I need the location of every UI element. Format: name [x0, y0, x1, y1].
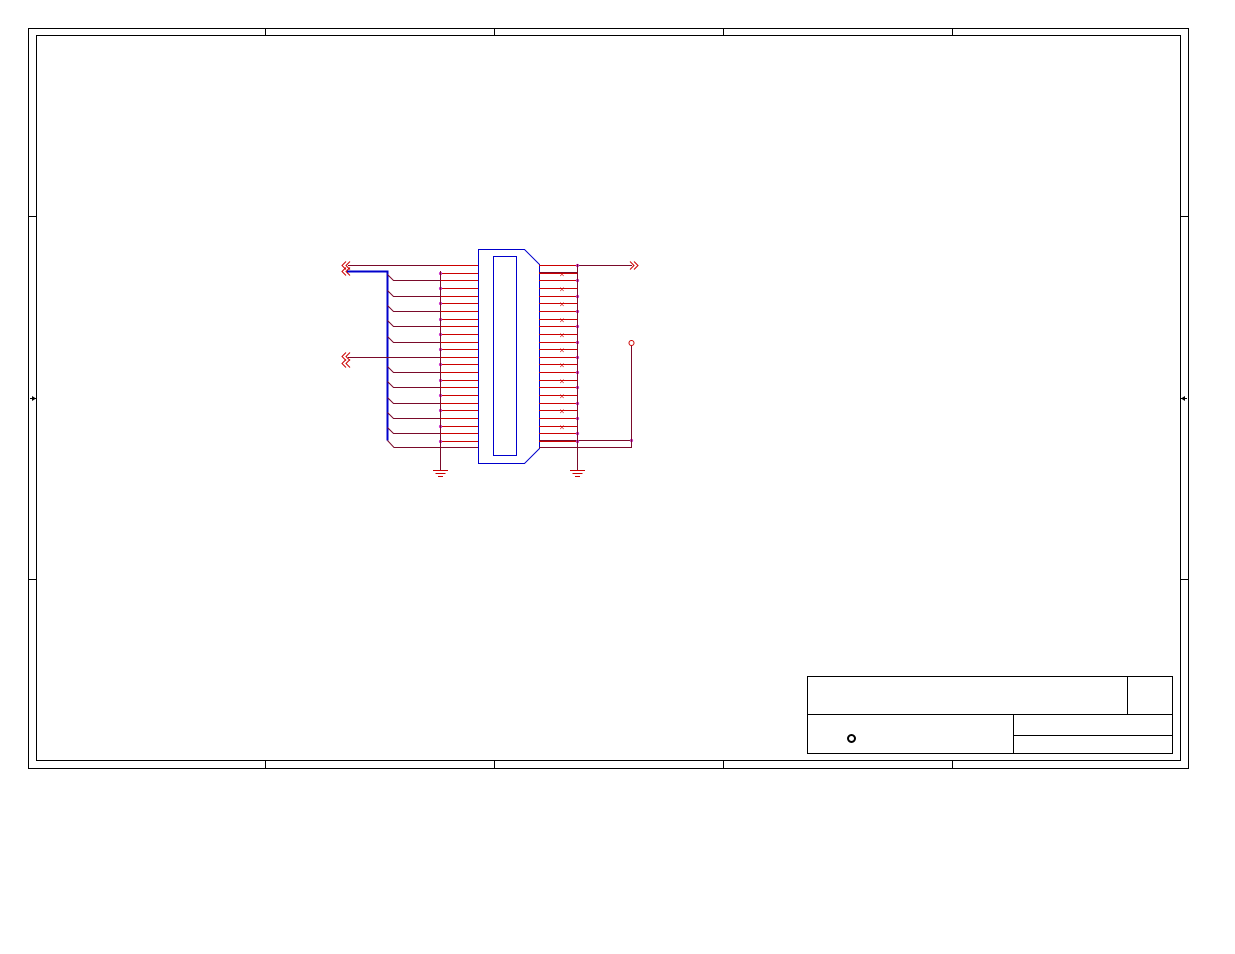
bus-entry-wire — [387, 412, 440, 419]
zone-arrow-left-icon — [30, 396, 36, 401]
signal-bus — [347, 270, 389, 441]
title-block — [807, 676, 1173, 754]
no-connect-marks: × × × × × × × × × × × — [559, 271, 565, 432]
bus-entry-wire — [387, 320, 440, 327]
connector-schematic: × × × × × × × × × × × — [341, 249, 639, 477]
off-sheet-connector-icon — [345, 352, 351, 361]
no-connect-mark: × — [559, 271, 565, 279]
no-connect-mark: × — [559, 332, 565, 340]
bus-entry-wire — [387, 305, 440, 312]
bus-entry-wire — [387, 274, 440, 281]
ground-right-icon — [570, 470, 585, 477]
bus-entry-wire — [387, 427, 440, 434]
no-connect-mark: × — [559, 424, 565, 432]
no-connect-mark: × — [559, 408, 565, 416]
left-wires — [348, 265, 478, 448]
bus-entry-wire — [387, 290, 440, 297]
junction-dots — [438, 263, 634, 444]
left-pin-lines — [440, 265, 478, 442]
sheet-inner-border — [36, 35, 1181, 761]
power-port-icon — [628, 340, 635, 346]
schematic-sheet: × × × × × × × × × × × — [28, 28, 1189, 769]
connector-body — [478, 249, 540, 464]
no-connect-mark: × — [559, 301, 565, 309]
no-connect-mark: × — [559, 347, 565, 355]
bus-entry-wire — [387, 397, 440, 404]
port-left-4 — [341, 359, 351, 368]
no-connect-mark: × — [559, 362, 565, 370]
ring-logo-icon — [847, 734, 856, 743]
port-left-3 — [341, 352, 351, 361]
no-connect-mark: × — [559, 378, 565, 386]
connector-slot — [493, 256, 517, 456]
off-sheet-connector-icon — [345, 359, 351, 368]
bus-entry-wire — [387, 366, 440, 373]
bus-entry-wire — [387, 336, 440, 343]
no-connect-mark: × — [559, 393, 565, 401]
no-connect-mark: × — [559, 317, 565, 325]
sheet-outer-border — [28, 28, 1189, 769]
bus-entry-wire — [387, 381, 440, 388]
zone-ticks — [28, 28, 1189, 768]
no-connect-mark: × — [559, 286, 565, 294]
zone-arrow-right-icon — [1181, 396, 1187, 401]
ground-left-icon — [433, 470, 448, 477]
right-wires — [539, 265, 632, 448]
right-pin-lines — [539, 265, 577, 442]
